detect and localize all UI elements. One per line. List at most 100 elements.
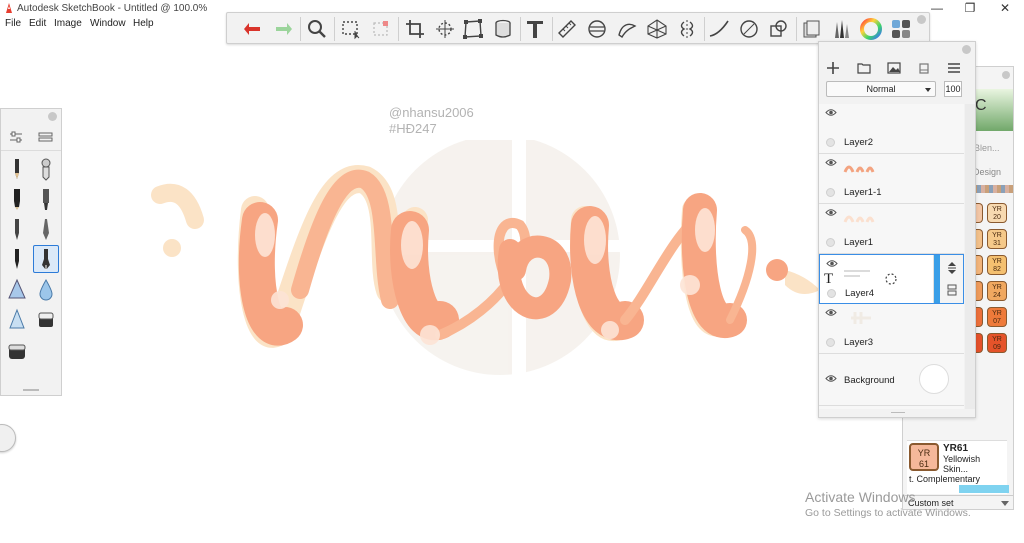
layer-row[interactable]: Layer1 [819, 204, 964, 254]
copic-close-icon[interactable] [1002, 71, 1010, 79]
layer-merge-icon[interactable] [946, 283, 958, 297]
eye-icon[interactable] [825, 208, 837, 217]
layer-menu-icon[interactable] [945, 59, 963, 77]
chisel-brush-icon[interactable] [33, 215, 59, 243]
blend-mode-select[interactable]: Normal [826, 81, 936, 97]
loading-spinner-icon [885, 273, 897, 285]
transform-icon[interactable] [431, 15, 459, 43]
complementary-label[interactable]: t. Complementary [909, 474, 980, 484]
copic-swatch-partial[interactable] [975, 281, 983, 301]
select-icon[interactable] [337, 15, 365, 43]
layer-editor-grip[interactable] [891, 412, 905, 414]
smudge-brush-icon[interactable] [4, 275, 30, 303]
menu-edit[interactable]: Edit [29, 18, 46, 29]
undo-icon[interactable] [239, 15, 267, 43]
toolbar-close-icon[interactable] [917, 15, 926, 24]
close-button[interactable]: ✕ [990, 0, 1020, 16]
copic-header-letter: C [975, 97, 987, 114]
copic-swatch-partial[interactable] [975, 255, 983, 275]
redo-icon[interactable] [269, 15, 297, 43]
layer-lock-radio[interactable] [826, 188, 835, 197]
background-color-swatch[interactable] [919, 364, 949, 394]
brush-palette-close-icon[interactable] [48, 112, 57, 121]
ellipse-guide-icon[interactable] [583, 15, 611, 43]
layer-lock-radio[interactable] [827, 289, 836, 298]
layer-move-icon[interactable] [946, 261, 958, 275]
zoom-icon[interactable] [303, 15, 331, 43]
blur-drop-icon[interactable] [33, 275, 59, 303]
copic-swatch-yr07[interactable]: YR 07 [987, 307, 1007, 327]
eye-icon[interactable] [825, 374, 837, 383]
eye-icon[interactable] [825, 108, 837, 117]
eye-icon[interactable] [825, 158, 837, 167]
distort-icon[interactable] [459, 15, 487, 43]
palette-icon[interactable] [887, 15, 915, 43]
copic-swatch-yr24[interactable]: YR 24 [987, 281, 1007, 301]
brush-properties-icon[interactable] [9, 131, 23, 143]
layer-lock-radio[interactable] [826, 138, 835, 147]
maximize-button[interactable]: ❐ [955, 0, 985, 16]
layer-clear-icon[interactable] [915, 59, 933, 77]
perspective-icon[interactable] [643, 15, 671, 43]
calligraphy-pen-icon[interactable] [33, 245, 59, 273]
add-group-icon[interactable] [855, 59, 873, 77]
french-curve-icon[interactable] [613, 15, 641, 43]
color-wheel-icon[interactable] [857, 15, 885, 43]
menu-help[interactable]: Help [133, 18, 154, 29]
layer-row-background[interactable]: Background [819, 354, 964, 406]
lagoon-puck[interactable] [0, 424, 16, 452]
layer-row-selected[interactable]: T Layer4 [819, 254, 964, 304]
hard-eraser-icon[interactable] [4, 337, 30, 365]
stroke-icon[interactable] [705, 15, 733, 43]
layer-row[interactable]: Layer2 [819, 104, 964, 154]
ruler-icon[interactable] [553, 15, 581, 43]
add-layer-icon[interactable] [824, 59, 842, 77]
magic-wand-icon[interactable] [367, 15, 395, 43]
copic-library-icon[interactable] [797, 15, 825, 43]
copic-swatch-partial[interactable] [975, 307, 983, 327]
selected-color-chip[interactable]: YR 61 [909, 443, 939, 471]
copic-swatch-yr20[interactable]: YR 20 [987, 203, 1007, 223]
layer-row[interactable]: Layer1-1 [819, 154, 964, 204]
airbrush-icon[interactable] [33, 155, 59, 183]
felt-pen-icon[interactable] [33, 185, 59, 213]
layer-opacity-slider[interactable] [934, 255, 940, 303]
sharpen-brush-icon[interactable] [4, 305, 30, 333]
pencil-brush-icon[interactable] [4, 155, 30, 183]
inking-pen-icon[interactable] [4, 245, 30, 273]
eye-icon[interactable] [826, 259, 838, 268]
layer-opacity-field[interactable]: 100 [944, 81, 962, 97]
copic-swatch-yr31[interactable]: YR 31 [987, 229, 1007, 249]
layer-lock-radio[interactable] [826, 238, 835, 247]
layer-thumbnail [843, 215, 875, 223]
text-icon[interactable] [521, 15, 549, 43]
menu-window[interactable]: Window [90, 18, 126, 29]
layer-lock-radio[interactable] [826, 338, 835, 347]
marker-brush-icon[interactable] [4, 185, 30, 213]
copic-swatch-yr09[interactable]: YR 09 [987, 333, 1007, 353]
layer-row[interactable]: Layer3 [819, 304, 964, 354]
eraser-icon[interactable] [33, 305, 59, 333]
fill-icon[interactable] [489, 15, 517, 43]
add-image-icon[interactable] [885, 59, 903, 77]
menu-image[interactable]: Image [54, 18, 82, 29]
brush-library-list-icon[interactable] [38, 132, 53, 142]
brush-palette-grip[interactable] [23, 389, 39, 391]
layer-copy-icon[interactable] [765, 15, 793, 43]
ballpoint-pen-icon[interactable] [4, 215, 30, 243]
eye-icon[interactable] [825, 308, 837, 317]
brush-library-icon[interactable] [827, 15, 855, 43]
copic-swatch-partial[interactable] [975, 333, 983, 353]
copic-color-stripe [973, 185, 1013, 193]
shape-icon[interactable] [735, 15, 763, 43]
canvas-artwork[interactable] [140, 140, 830, 400]
copic-swatch-yr82[interactable]: YR 82 [987, 255, 1007, 275]
symmetry-icon[interactable] [673, 15, 701, 43]
copic-swatch-partial[interactable] [975, 229, 983, 249]
crop-icon[interactable] [401, 15, 429, 43]
menu-file[interactable]: File [5, 18, 21, 29]
copic-swatch-partial[interactable] [975, 203, 983, 223]
copic-design-tab[interactable]: Design [973, 167, 1001, 177]
layer-editor-close-icon[interactable] [962, 45, 971, 54]
layer-list-scrollbar[interactable] [965, 104, 975, 409]
